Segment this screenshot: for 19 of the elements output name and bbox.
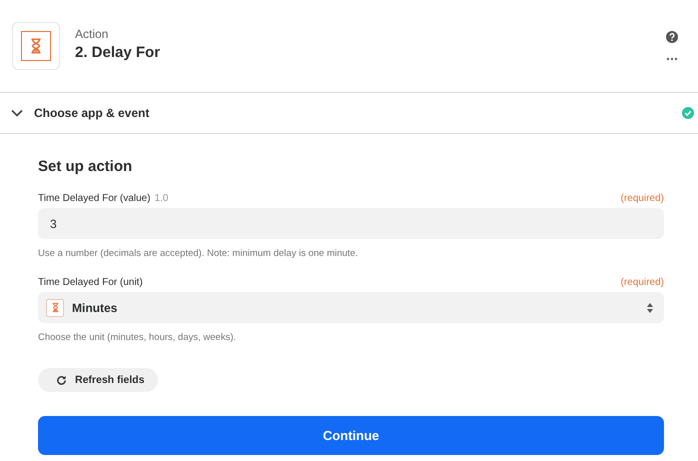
required-label: (required): [620, 277, 664, 288]
refresh-icon: [56, 374, 67, 386]
sort-arrows-icon: [646, 302, 654, 314]
field-hint: Use a number (decimals are accepted). Note: minimum delay is one minute.: [38, 248, 359, 259]
section-title[interactable]: Choose app & event: [34, 106, 682, 120]
continue-button[interactable]: Continue: [38, 416, 664, 455]
step-title: 2. Delay For: [75, 44, 162, 61]
more-icon[interactable]: [666, 57, 678, 61]
field-label: Time Delayed For (value) 1.0: [38, 193, 168, 204]
unit-dropdown[interactable]: Minutes: [38, 292, 664, 323]
field-hint: Choose the unit (minutes, hours, days, weeks).: [38, 332, 238, 343]
refresh-button[interactable]: Refresh fields: [38, 368, 158, 392]
field-label: Time Delayed For (unit): [38, 277, 143, 288]
chevron-icon[interactable]: [11, 109, 23, 117]
step-type-label: Action: [75, 27, 110, 41]
value-input[interactable]: 3: [38, 208, 664, 239]
required-label: (required): [620, 193, 664, 204]
form-title: Set up action: [38, 158, 134, 175]
help-icon[interactable]: [666, 31, 678, 43]
